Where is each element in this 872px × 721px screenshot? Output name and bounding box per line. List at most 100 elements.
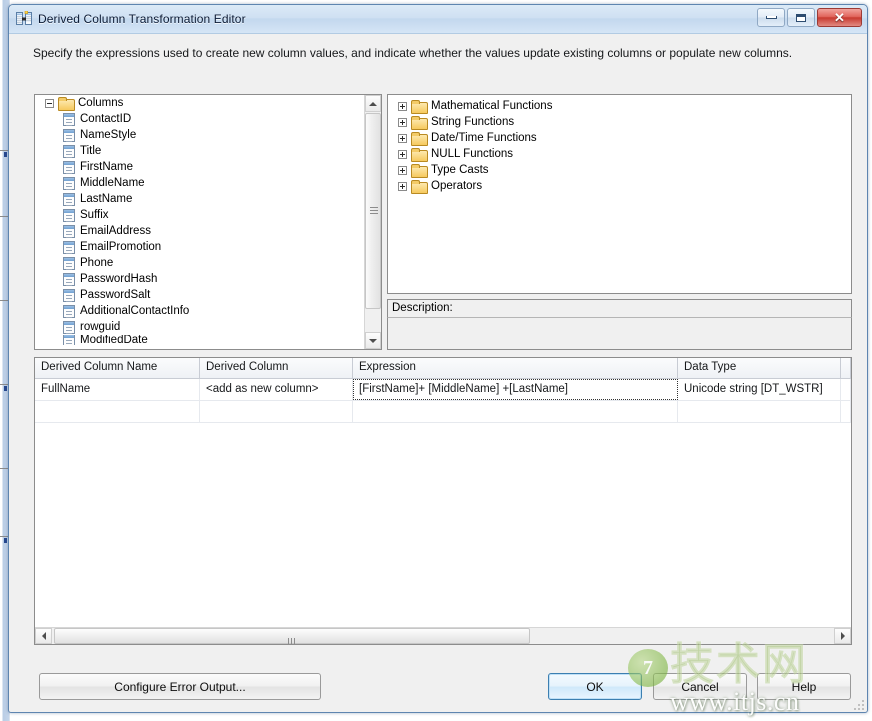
tree-node-emailaddress[interactable]: EmailAddress bbox=[35, 223, 364, 239]
window-controls: ✕ bbox=[757, 8, 862, 27]
vertical-scrollbar-thumb[interactable] bbox=[365, 113, 381, 309]
tree-node-namestyle[interactable]: NameStyle bbox=[35, 127, 364, 143]
cell-expression[interactable] bbox=[353, 401, 678, 422]
scrollbar-grip-icon bbox=[370, 207, 378, 215]
cell-extra[interactable] bbox=[841, 379, 851, 400]
minimize-button[interactable] bbox=[757, 8, 785, 27]
tree-node-label: String Functions bbox=[431, 116, 515, 128]
column-icon bbox=[63, 240, 75, 254]
maximize-button[interactable] bbox=[787, 8, 815, 27]
input-columns-tree-content: Columns ContactID NameStyle Title FirstN… bbox=[35, 95, 364, 349]
tree-node-label: Mathematical Functions bbox=[431, 100, 553, 112]
expand-icon[interactable] bbox=[398, 165, 407, 175]
tree-node-null-functions[interactable]: NULL Functions bbox=[388, 146, 851, 162]
column-icon bbox=[63, 256, 75, 270]
tree-node-operators[interactable]: Operators bbox=[388, 178, 851, 194]
close-icon: ✕ bbox=[834, 10, 845, 25]
expand-icon[interactable] bbox=[398, 117, 407, 127]
column-icon bbox=[63, 335, 75, 345]
column-icon bbox=[63, 288, 75, 302]
tree-node-middlename[interactable]: MiddleName bbox=[35, 175, 364, 191]
expand-icon[interactable] bbox=[398, 133, 407, 143]
tree-node-emailpromotion[interactable]: EmailPromotion bbox=[35, 239, 364, 255]
chevron-up-icon bbox=[369, 101, 377, 106]
tree-node-rowguid[interactable]: rowguid bbox=[35, 319, 364, 335]
cell-derived-column-name[interactable] bbox=[35, 401, 200, 422]
cell-extra[interactable] bbox=[841, 401, 851, 422]
folder-icon bbox=[411, 164, 428, 178]
input-columns-vertical-scrollbar[interactable] bbox=[364, 95, 381, 349]
tree-node-firstname[interactable]: FirstName bbox=[35, 159, 364, 175]
cell-derived-column-name[interactable]: FullName bbox=[35, 379, 200, 400]
tree-node-phone[interactable]: Phone bbox=[35, 255, 364, 271]
description-content bbox=[387, 317, 852, 350]
grid-header-expression[interactable]: Expression bbox=[353, 358, 678, 378]
tree-node-label: Type Casts bbox=[431, 164, 489, 176]
folder-icon bbox=[411, 132, 428, 146]
expand-icon[interactable] bbox=[398, 101, 407, 111]
grid-empty-area bbox=[35, 424, 851, 627]
configure-error-output-button[interactable]: Configure Error Output... bbox=[39, 673, 321, 700]
expand-icon[interactable] bbox=[398, 149, 407, 159]
tree-node-label: EmailAddress bbox=[80, 225, 151, 237]
folder-icon bbox=[411, 100, 428, 114]
description-label: Description: bbox=[387, 299, 852, 317]
tree-node-passwordhash[interactable]: PasswordHash bbox=[35, 271, 364, 287]
folder-icon bbox=[411, 180, 428, 194]
table-row[interactable] bbox=[35, 401, 851, 423]
column-icon bbox=[63, 304, 75, 318]
tree-node-label: MiddleName bbox=[80, 177, 145, 189]
resize-grip-icon[interactable] bbox=[852, 698, 864, 710]
grid-header-row: Derived Column Name Derived Column Expre… bbox=[35, 358, 851, 379]
minimize-icon bbox=[765, 16, 777, 19]
scroll-down-button[interactable] bbox=[365, 332, 381, 349]
tree-node-mathematical-functions[interactable]: Mathematical Functions bbox=[388, 98, 851, 114]
derived-column-icon bbox=[16, 10, 32, 27]
functions-tree[interactable]: Mathematical Functions String Functions … bbox=[387, 94, 852, 294]
grid-header-data-type[interactable]: Data Type bbox=[678, 358, 841, 378]
cell-derived-column[interactable]: <add as new column> bbox=[200, 379, 353, 400]
cell-data-type[interactable]: Unicode string [DT_WSTR] bbox=[678, 379, 841, 400]
folder-icon bbox=[411, 116, 428, 130]
column-icon bbox=[63, 160, 75, 174]
column-icon bbox=[63, 192, 75, 206]
cell-expression[interactable]: [FirstName]+ [MiddleName] +[LastName] bbox=[353, 379, 678, 400]
expand-icon[interactable] bbox=[398, 181, 407, 191]
tree-node-string-functions[interactable]: String Functions bbox=[388, 114, 851, 130]
grid-header-derived-column-name[interactable]: Derived Column Name bbox=[35, 358, 200, 378]
cell-data-type[interactable] bbox=[678, 401, 841, 422]
grid-horizontal-scrollbar[interactable] bbox=[35, 627, 851, 644]
derived-column-transformation-editor-dialog: Derived Column Transformation Editor ✕ S… bbox=[8, 4, 868, 713]
tree-node-additionalcontactinfo[interactable]: AdditionalContactInfo bbox=[35, 303, 364, 319]
scroll-right-button[interactable] bbox=[834, 628, 851, 644]
ok-button[interactable]: OK bbox=[548, 673, 642, 700]
tree-node-lastname[interactable]: LastName bbox=[35, 191, 364, 207]
tree-node-columns-root[interactable]: Columns bbox=[35, 95, 364, 111]
collapse-icon[interactable] bbox=[45, 98, 54, 108]
help-button[interactable]: Help bbox=[757, 673, 851, 700]
tree-node-suffix[interactable]: Suffix bbox=[35, 207, 364, 223]
table-row[interactable]: FullName <add as new column> [FirstName]… bbox=[35, 379, 851, 401]
tree-node-passwordsalt[interactable]: PasswordSalt bbox=[35, 287, 364, 303]
column-icon bbox=[63, 144, 75, 158]
scroll-up-button[interactable] bbox=[365, 95, 381, 112]
tree-node-type-casts[interactable]: Type Casts bbox=[388, 162, 851, 178]
tree-node-label: Columns bbox=[78, 97, 124, 109]
cell-derived-column[interactable] bbox=[200, 401, 353, 422]
cancel-button[interactable]: Cancel bbox=[653, 673, 747, 700]
tree-node-title[interactable]: Title bbox=[35, 143, 364, 159]
grid-header-extra[interactable] bbox=[841, 358, 851, 378]
grid-header-derived-column[interactable]: Derived Column bbox=[200, 358, 353, 378]
tree-node-modifieddate[interactable]: ModifiedDate bbox=[35, 335, 364, 345]
tree-node-contactid[interactable]: ContactID bbox=[35, 111, 364, 127]
column-icon bbox=[63, 176, 75, 190]
horizontal-scrollbar-thumb[interactable] bbox=[54, 628, 530, 644]
column-icon bbox=[63, 320, 75, 334]
scroll-left-button[interactable] bbox=[35, 628, 52, 644]
tree-node-datetime-functions[interactable]: Date/Time Functions bbox=[388, 130, 851, 146]
scrollbar-grip-icon bbox=[288, 633, 297, 644]
derived-columns-grid[interactable]: Derived Column Name Derived Column Expre… bbox=[34, 357, 852, 645]
input-columns-tree[interactable]: Columns ContactID NameStyle Title FirstN… bbox=[34, 94, 382, 350]
close-button[interactable]: ✕ bbox=[817, 8, 862, 27]
tree-node-label: Phone bbox=[80, 257, 114, 269]
